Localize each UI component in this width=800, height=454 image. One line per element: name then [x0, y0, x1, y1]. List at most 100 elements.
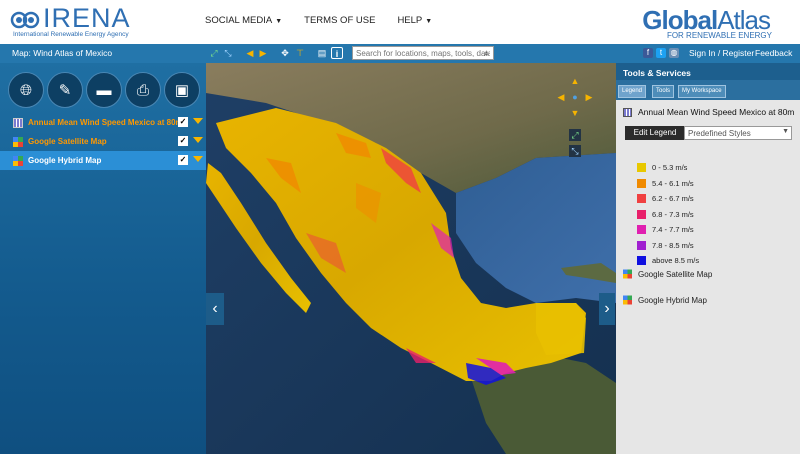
info-icon[interactable]: i [331, 47, 343, 59]
legend-label: 7.4 - 7.7 m/s [652, 225, 694, 235]
globe-icon[interactable]: 🌐︎ [8, 72, 44, 108]
layer-name: Annual Mean Wind Speed Mexico at 80m [28, 118, 183, 127]
chevron-down-icon[interactable] [193, 118, 203, 124]
measure-icon[interactable]: ⊤ [294, 47, 306, 59]
legend-item: 7.8 - 8.5 m/s [637, 238, 699, 254]
layer-item-google-satellite[interactable]: Google Satellite Map ✓ [0, 132, 206, 151]
layer-checkbox[interactable]: ✓ [178, 136, 188, 146]
map-canvas[interactable]: ▲ ◀ ● ▶ ▼ ⤢ ⤡ [206, 63, 616, 454]
chevron-down-icon[interactable] [193, 137, 203, 143]
nav-label: HELP [397, 15, 423, 26]
legend-item: 0 - 5.3 m/s [637, 160, 699, 176]
search-input[interactable] [352, 46, 494, 60]
legend-swatch [637, 163, 646, 173]
pan-right-icon[interactable]: ▶ [583, 91, 595, 103]
pan-icon[interactable]: ✥ [279, 47, 291, 59]
app-root: IRENA International Renewable Energy Age… [0, 0, 800, 454]
base-layer-google-hybrid: Google Hybrid Map [623, 295, 707, 305]
layer-item-google-hybrid[interactable]: Google Hybrid Map ✓ [0, 151, 206, 170]
layer-name: Google Satellite Map [28, 137, 107, 146]
layer-checkbox[interactable]: ✓ [178, 155, 188, 165]
grid-layer-icon [13, 117, 23, 128]
legend-swatch [637, 194, 646, 204]
forward-arrow-icon[interactable]: ▶ [257, 47, 269, 59]
map-zoom-in-icon[interactable]: ⤢ [569, 129, 581, 141]
pan-left-icon[interactable]: ◀ [555, 91, 567, 103]
nav-label: SOCIAL MEDIA [205, 15, 273, 26]
caret-down-icon: ▼ [425, 18, 433, 25]
legend-item: 5.4 - 6.1 m/s [637, 176, 699, 192]
nav-help[interactable]: HELP ▼ [397, 15, 432, 26]
print-small-icon[interactable]: ▤ [316, 47, 328, 59]
tool-row: 🌐︎ ✎ ▬ ⎙ ▣ [8, 72, 200, 108]
base-layer-label: Google Hybrid Map [638, 295, 707, 305]
legend-label: 0 - 5.3 m/s [652, 163, 688, 173]
irena-logo-icon[interactable] [10, 6, 40, 34]
collapse-left-panel-icon[interactable]: ‹ [206, 293, 224, 325]
tools-services-panel: Tools & Services Legend Tools My Workspa… [616, 63, 800, 454]
base-layer-label: Google Satellite Map [638, 269, 713, 279]
layer-item-wind-speed[interactable]: Annual Mean Wind Speed Mexico at 80m ✓ [0, 113, 206, 132]
zoom-out-icon[interactable]: ⤡ [222, 47, 234, 59]
search-icon[interactable]: ⌕ [484, 47, 495, 59]
caret-down-icon: ▼ [275, 18, 283, 25]
legend-swatch [637, 178, 646, 188]
signin-link[interactable]: Sign In / Register [689, 48, 754, 58]
folder-icon[interactable]: ▬ [86, 72, 122, 108]
map-image[interactable] [206, 63, 616, 454]
back-arrow-icon[interactable]: ◀ [244, 47, 256, 59]
legend-item: 7.4 - 7.7 m/s [637, 222, 699, 238]
map-zoom-out-icon[interactable]: ⤡ [569, 145, 581, 157]
google-maps-icon [13, 155, 23, 166]
pencil-icon[interactable]: ✎ [47, 72, 83, 108]
panel-title: Tools & Services [616, 63, 800, 80]
tab-tools[interactable]: Tools [652, 85, 675, 98]
styles-select[interactable]: Predefined Styles ▼ [684, 126, 792, 140]
google-maps-icon [13, 136, 23, 147]
grid-layer-icon [623, 107, 632, 117]
base-layer-google-satellite: Google Satellite Map [623, 269, 712, 279]
edit-legend-button[interactable]: Edit Legend [625, 126, 685, 140]
layer-checkbox[interactable]: ✓ [178, 117, 188, 127]
print-icon[interactable]: ⎙ [125, 72, 161, 108]
web-icon[interactable]: ◍ [669, 48, 679, 58]
layer-name: Google Hybrid Map [28, 156, 102, 165]
nav-label: TERMS OF USE [304, 15, 376, 26]
zoom-in-icon[interactable]: ⤢ [208, 47, 220, 59]
chevron-down-icon[interactable] [193, 156, 203, 162]
irena-subtitle: International Renewable Energy Agency [13, 31, 129, 38]
legend-swatch [637, 256, 646, 266]
legend-list: 0 - 5.3 m/s 5.4 - 6.1 m/s 6.2 - 6.7 m/s … [637, 160, 699, 269]
globe-reset-icon[interactable]: ● [569, 91, 581, 103]
twitter-icon[interactable]: t [656, 48, 666, 58]
legend-item: above 8.5 m/s [637, 253, 699, 269]
save-icon[interactable]: ▣ [164, 72, 200, 108]
collapse-right-panel-icon[interactable]: › [599, 293, 615, 325]
google-maps-icon [623, 295, 632, 305]
top-nav: SOCIAL MEDIA ▼ TERMS OF USE HELP ▼ [205, 15, 432, 26]
nav-social-media[interactable]: SOCIAL MEDIA ▼ [205, 15, 282, 26]
irena-name[interactable]: IRENA [43, 3, 131, 34]
feedback-link[interactable]: Feedback [755, 48, 792, 58]
nav-terms-of-use[interactable]: TERMS OF USE [304, 15, 375, 26]
facebook-icon[interactable]: f [643, 48, 653, 58]
legend-label: 5.4 - 6.1 m/s [652, 178, 694, 188]
pan-down-icon[interactable]: ▼ [569, 107, 581, 119]
social-links: f t ◍ [643, 48, 679, 58]
legend-swatch [637, 225, 646, 235]
globalatlas-subtitle: FOR RENEWABLE ENERGY [666, 31, 772, 40]
tab-legend[interactable]: Legend [618, 85, 647, 98]
pan-up-icon[interactable]: ▲ [569, 75, 581, 87]
legend-layer-title: Annual Mean Wind Speed Mexico at 80m [623, 107, 794, 117]
chevron-down-icon: ▼ [782, 128, 789, 135]
legend-item: 6.2 - 6.7 m/s [637, 191, 699, 207]
layer-title-text: Annual Mean Wind Speed Mexico at 80m [638, 107, 795, 117]
legend-label: 6.2 - 6.7 m/s [652, 194, 694, 204]
legend-swatch [637, 240, 646, 250]
legend-swatch [637, 209, 646, 219]
panel-tabs: Legend Tools My Workspace [616, 80, 800, 100]
header: IRENA International Renewable Energy Age… [0, 0, 800, 44]
tab-my-workspace[interactable]: My Workspace [678, 85, 726, 98]
legend-label: 6.8 - 7.3 m/s [652, 209, 694, 219]
styles-value: Predefined Styles [688, 129, 751, 138]
